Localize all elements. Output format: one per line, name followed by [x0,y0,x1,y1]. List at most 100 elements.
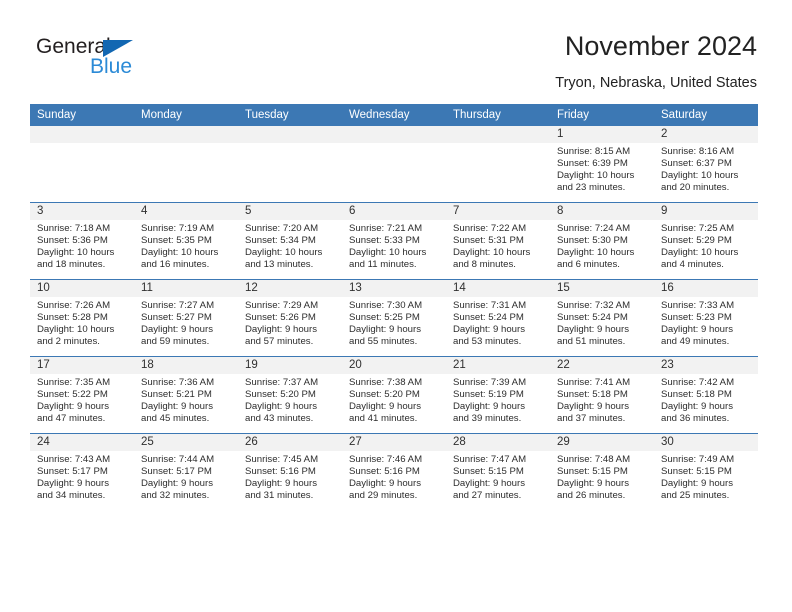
daycell: 4 Sunrise: 7:19 AM Sunset: 5:35 PM Daylight… [134,203,238,279]
calendar-day-cell[interactable]: 12 Sunrise: 7:29 AM Sunset: 5:26 PM Dayligh… [238,279,342,357]
calendar-day-cell[interactable]: 21 Sunrise: 7:39 AM Sunset: 5:19 PM Dayligh… [446,356,550,434]
daylight-duration-line2: and 53 minutes. [453,336,522,348]
sunset-time: Sunset: 5:36 PM [37,235,108,247]
calendar-day-cell[interactable]: 9 Sunrise: 7:25 AM Sunset: 5:29 PM Daylight… [654,202,758,280]
calendar-day-cell[interactable]: 1 Sunrise: 8:15 AM Sunset: 6:39 PM Daylight… [550,126,654,203]
calendar-day-cell[interactable]: 14 Sunrise: 7:31 AM Sunset: 5:24 PM Dayligh… [446,279,550,357]
day-number: 12 [238,280,342,297]
calendar-day-cell[interactable]: 7 Sunrise: 7:22 AM Sunset: 5:31 PM Daylight… [446,202,550,280]
calendar-day-cell[interactable]: 22 Sunrise: 7:41 AM Sunset: 5:18 PM Dayligh… [550,356,654,434]
day-number [134,126,238,143]
day-number: 3 [30,203,134,220]
calendar-day-cell[interactable]: 11 Sunrise: 7:27 AM Sunset: 5:27 PM Dayligh… [134,279,238,357]
calendar-day-cell[interactable]: 25 Sunrise: 7:44 AM Sunset: 5:17 PM Dayligh… [134,433,238,510]
calendar-day-cell[interactable]: 23 Sunrise: 7:42 AM Sunset: 5:18 PM Dayligh… [654,356,758,434]
calendar-day-cell[interactable]: 3 Sunrise: 7:18 AM Sunset: 5:36 PM Daylight… [30,202,134,280]
sunset-time: Sunset: 5:20 PM [349,389,420,401]
sunrise-time: Sunrise: 7:47 AM [453,454,527,465]
day-details: Sunrise: 7:19 AM Sunset: 5:35 PM Daylight:… [134,220,238,271]
sunset-time: Sunset: 5:35 PM [141,235,212,247]
weekday-header-wednesday: Wednesday [342,104,446,126]
sunset-time: Sunset: 5:15 PM [661,466,732,478]
day-details: Sunrise: 8:16 AM Sunset: 6:37 PM Daylight:… [654,143,758,194]
sunrise-time: Sunrise: 7:44 AM [141,454,215,465]
sunrise-time: Sunrise: 7:31 AM [453,300,527,311]
daylight-duration-line2: and 18 minutes. [37,259,106,271]
day-details: Sunrise: 7:42 AM Sunset: 5:18 PM Daylight:… [654,374,758,425]
day-number: 17 [30,357,134,374]
sunrise-time: Sunrise: 7:41 AM [557,377,631,388]
sunrise-time: Sunrise: 7:26 AM [37,300,111,311]
sunset-time: Sunset: 5:23 PM [661,312,732,324]
sunrise-time: Sunrise: 7:49 AM [661,454,735,465]
sunrise-time: Sunrise: 7:37 AM [245,377,319,388]
daylight-duration-line2: and 45 minutes. [141,413,210,425]
daycell: 13 Sunrise: 7:30 AM Sunset: 5:25 PM Dayligh… [342,280,446,356]
daylight-duration-line1: Daylight: 10 hours [37,247,115,259]
daylight-duration-line1: Daylight: 9 hours [245,401,317,413]
day-details: Sunrise: 7:47 AM Sunset: 5:15 PM Daylight:… [446,451,550,502]
calendar-day-cell[interactable]: 24 Sunrise: 7:43 AM Sunset: 5:17 PM Dayligh… [30,433,134,510]
day-details: Sunrise: 7:33 AM Sunset: 5:23 PM Daylight:… [654,297,758,348]
calendar-day-cell[interactable]: 8 Sunrise: 7:24 AM Sunset: 5:30 PM Daylight… [550,202,654,280]
calendar-body: 1 Sunrise: 8:15 AM Sunset: 6:39 PM Daylight… [30,126,758,510]
daylight-duration-line1: Daylight: 9 hours [557,324,629,336]
daylight-duration-line1: Daylight: 9 hours [349,324,421,336]
sunrise-time: Sunrise: 7:35 AM [37,377,111,388]
day-number: 2 [654,126,758,143]
daycell: 5 Sunrise: 7:20 AM Sunset: 5:34 PM Daylight… [238,203,342,279]
day-number: 6 [342,203,446,220]
calendar-day-cell[interactable]: 29 Sunrise: 7:48 AM Sunset: 5:15 PM Dayligh… [550,433,654,510]
daylight-duration-line1: Daylight: 9 hours [349,401,421,413]
calendar-day-cell[interactable]: 16 Sunrise: 7:33 AM Sunset: 5:23 PM Dayligh… [654,279,758,357]
sunset-time: Sunset: 5:19 PM [453,389,524,401]
day-details: Sunrise: 7:46 AM Sunset: 5:16 PM Daylight:… [342,451,446,502]
day-number: 22 [550,357,654,374]
sunset-time: Sunset: 6:37 PM [661,158,732,170]
daylight-duration-line1: Daylight: 9 hours [141,324,213,336]
daylight-duration-line1: Daylight: 9 hours [661,478,733,490]
daylight-duration-line2: and 29 minutes. [349,490,418,502]
calendar-week-row: 10 Sunrise: 7:26 AM Sunset: 5:28 PM Dayligh… [30,279,758,357]
calendar-day-cell[interactable]: 18 Sunrise: 7:36 AM Sunset: 5:21 PM Dayligh… [134,356,238,434]
calendar-day-cell[interactable]: 15 Sunrise: 7:32 AM Sunset: 5:24 PM Dayligh… [550,279,654,357]
calendar-day-cell[interactable]: 5 Sunrise: 7:20 AM Sunset: 5:34 PM Daylight… [238,202,342,280]
general-blue-logo[interactable]: General Blue [36,36,236,86]
calendar-day-cell[interactable]: 27 Sunrise: 7:46 AM Sunset: 5:16 PM Dayligh… [342,433,446,510]
daylight-duration-line2: and 59 minutes. [141,336,210,348]
sunrise-time: Sunrise: 7:20 AM [245,223,319,234]
calendar-day-cell[interactable]: 13 Sunrise: 7:30 AM Sunset: 5:25 PM Dayligh… [342,279,446,357]
sunset-time: Sunset: 5:31 PM [453,235,524,247]
calendar-table: Sunday Monday Tuesday Wednesday Thursday… [30,104,758,510]
sunset-time: Sunset: 5:25 PM [349,312,420,324]
sunset-time: Sunset: 5:28 PM [37,312,108,324]
calendar-day-cell[interactable]: 30 Sunrise: 7:49 AM Sunset: 5:15 PM Dayligh… [654,433,758,510]
page-header: General Blue November 2024 Tryon, Nebras… [0,0,792,100]
sunset-time: Sunset: 5:34 PM [245,235,316,247]
calendar-day-cell[interactable]: 2 Sunrise: 8:16 AM Sunset: 6:37 PM Daylight… [654,126,758,203]
day-number: 14 [446,280,550,297]
calendar-day-cell[interactable]: 10 Sunrise: 7:26 AM Sunset: 5:28 PM Dayligh… [30,279,134,357]
daylight-duration-line2: and 37 minutes. [557,413,626,425]
daylight-duration-line2: and 47 minutes. [37,413,106,425]
day-number: 8 [550,203,654,220]
calendar-day-cell[interactable]: 20 Sunrise: 7:38 AM Sunset: 5:20 PM Dayligh… [342,356,446,434]
daylight-duration-line1: Daylight: 9 hours [245,478,317,490]
day-number: 10 [30,280,134,297]
day-number: 5 [238,203,342,220]
calendar-day-cell[interactable]: 19 Sunrise: 7:37 AM Sunset: 5:20 PM Dayligh… [238,356,342,434]
calendar-day-cell[interactable]: 17 Sunrise: 7:35 AM Sunset: 5:22 PM Dayligh… [30,356,134,434]
calendar-day-cell[interactable]: 6 Sunrise: 7:21 AM Sunset: 5:33 PM Daylight… [342,202,446,280]
calendar-day-cell[interactable]: 28 Sunrise: 7:47 AM Sunset: 5:15 PM Dayligh… [446,433,550,510]
calendar-day-cell[interactable]: 26 Sunrise: 7:45 AM Sunset: 5:16 PM Dayligh… [238,433,342,510]
daycell: 3 Sunrise: 7:18 AM Sunset: 5:36 PM Daylight… [30,203,134,279]
sunset-time: Sunset: 5:22 PM [37,389,108,401]
sunrise-time: Sunrise: 7:36 AM [141,377,215,388]
sunrise-time: Sunrise: 7:39 AM [453,377,527,388]
daycell: 22 Sunrise: 7:41 AM Sunset: 5:18 PM Dayligh… [550,357,654,433]
daycell: 15 Sunrise: 7:32 AM Sunset: 5:24 PM Dayligh… [550,280,654,356]
sunrise-time: Sunrise: 7:30 AM [349,300,423,311]
calendar-day-cell[interactable]: 4 Sunrise: 7:19 AM Sunset: 5:35 PM Daylight… [134,202,238,280]
day-details: Sunrise: 7:45 AM Sunset: 5:16 PM Daylight:… [238,451,342,502]
sunset-time: Sunset: 5:20 PM [245,389,316,401]
